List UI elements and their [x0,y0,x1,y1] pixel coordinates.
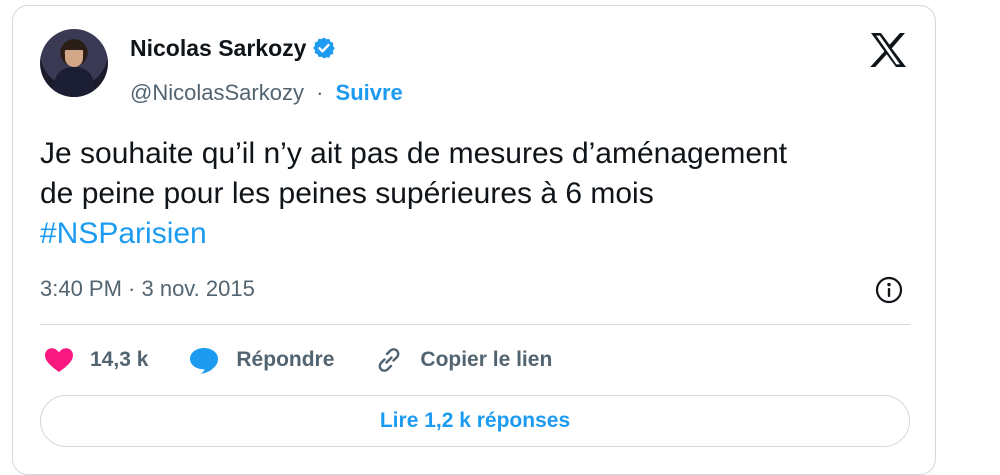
author-name[interactable]: Nicolas Sarkozy [130,32,306,64]
like-button[interactable]: 14,3 k [44,347,148,373]
divider [40,324,910,325]
reply-label: Répondre [236,348,335,371]
heart-icon [45,348,73,372]
copy-link-label: Copier le lien [420,348,553,371]
tweet-timestamp[interactable]: 3:40 PM · 3 nov. 2015 [40,274,255,304]
verified-badge-icon [312,36,336,60]
hashtag-link[interactable]: #NSParisien [40,214,900,254]
tweet-card: Nicolas Sarkozy @NicolasSarkozy · Suivre… [12,5,936,475]
avatar-suit [54,67,94,97]
action-bar: 14,3 k Répondre Copier le lien [44,342,592,378]
read-replies-label: Lire 1,2 k réponses [379,409,571,432]
speech-bubble-icon [190,348,219,374]
copy-link-button[interactable]: Copier le lien [374,345,552,375]
avatar[interactable] [40,29,108,97]
link-icon [379,348,400,372]
author-handle-row: @NicolasSarkozy · Suivre [130,78,403,108]
x-logo-icon[interactable] [869,32,907,68]
author-name-row[interactable]: Nicolas Sarkozy [130,32,336,64]
author-handle[interactable]: @NicolasSarkozy [130,80,304,105]
avatar-hair [64,41,84,50]
reply-button[interactable]: Répondre [188,346,334,374]
info-icon[interactable] [875,276,903,304]
handle-separator: · [316,80,324,105]
read-replies-button[interactable]: Lire 1,2 k réponses [40,395,910,447]
like-count: 14,3 k [90,348,149,371]
tweet-text: Je souhaite qu’il n’y ait pas de mesures… [40,134,900,254]
follow-button[interactable]: Suivre [336,80,403,105]
tweet-text-line-1: Je souhaite qu’il n’y ait pas de mesures… [40,137,788,170]
tweet-text-line-2: de peine pour les peines supérieures à 6… [40,177,654,210]
